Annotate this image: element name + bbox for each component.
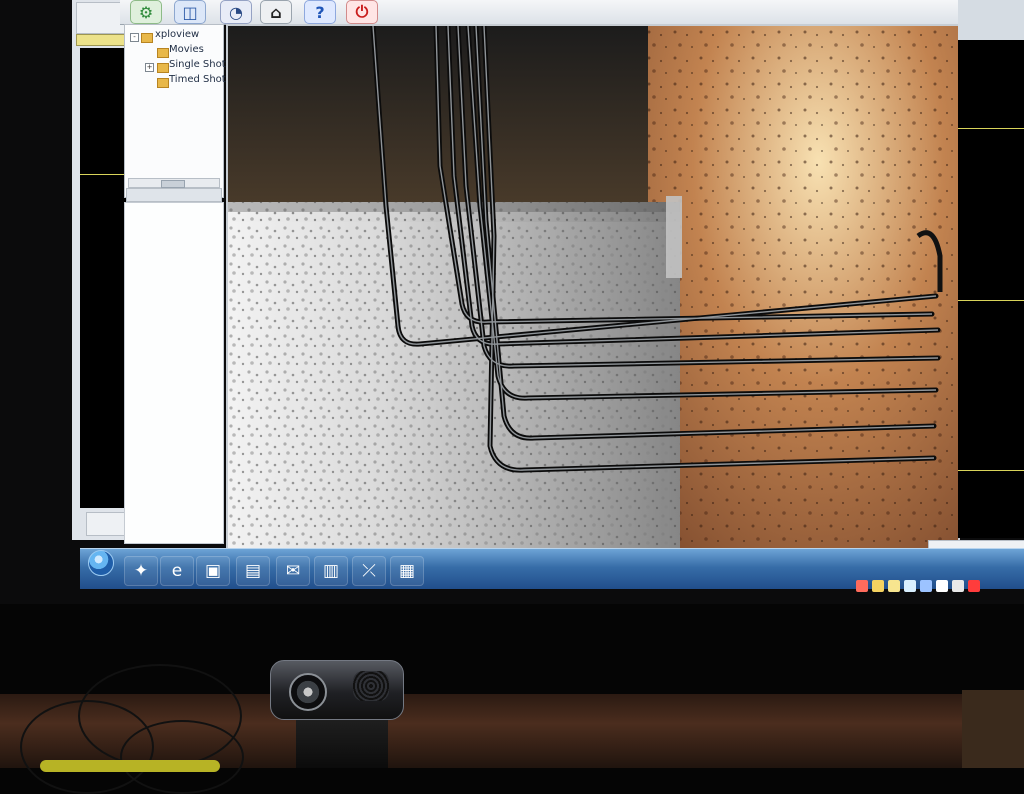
tree-collapse-icon[interactable]: - [130, 33, 139, 42]
tree-root-label[interactable]: xploview [155, 29, 199, 40]
tree-item-single-shot[interactable]: Single Shot [169, 59, 226, 70]
help-icon[interactable]: ? [304, 0, 336, 24]
tray-icon[interactable] [936, 580, 948, 592]
right-black-monitor-panel [958, 40, 1024, 538]
microscope-image [228, 26, 958, 570]
desk-edge [962, 690, 1024, 768]
webcam-speaker-grill [353, 671, 389, 701]
tree-expand-icon[interactable]: + [145, 63, 154, 72]
system-tray [856, 576, 1024, 596]
cable [120, 720, 244, 794]
tree-horizontal-scrollbar[interactable] [128, 178, 220, 188]
camera-icon[interactable]: ◫ [174, 0, 206, 24]
microscope-image-view[interactable] [226, 24, 960, 572]
webcam-lens-icon [289, 673, 327, 711]
folder-icon [141, 33, 153, 43]
tray-icon[interactable] [968, 580, 980, 592]
monitor-icon[interactable]: ▤ [236, 556, 270, 586]
start-icon[interactable] [88, 550, 114, 576]
tray-icon[interactable] [920, 580, 932, 592]
tray-icon[interactable] [872, 580, 884, 592]
folder-icon [157, 63, 169, 73]
yellow-wire [40, 760, 220, 772]
app-icon[interactable]: ✦ [124, 556, 158, 586]
tray-icon[interactable] [888, 580, 900, 592]
folder-icon [157, 78, 169, 88]
mail-icon[interactable]: ✉ [276, 556, 310, 586]
tree-item-movies[interactable]: Movies [169, 44, 204, 55]
browser-icon[interactable]: e [160, 556, 194, 586]
left-blank-panel [124, 202, 224, 544]
tool-icon[interactable]: ⤫ [352, 556, 386, 586]
left-yellow-guide-line [80, 174, 130, 175]
gear-icon[interactable]: ⚙ [130, 0, 162, 24]
printer-icon[interactable]: ⌂ [260, 0, 292, 24]
left-panel-status-strip [76, 34, 130, 46]
tray-icon[interactable] [856, 580, 868, 592]
media-icon[interactable]: ▦ [390, 556, 424, 586]
folder-icon [157, 48, 169, 58]
right-yellow-guide-line [958, 470, 1024, 471]
right-yellow-guide-line [958, 128, 1024, 129]
right-yellow-guide-line [958, 300, 1024, 301]
record-icon[interactable]: ◔ [220, 0, 252, 24]
tree-footer [126, 188, 222, 202]
main-toolbar: ⚙ ◫ ◔ ⌂ ? ⏻ [120, 0, 960, 25]
webcam-stand [296, 720, 388, 768]
tray-icon[interactable] [904, 580, 916, 592]
power-icon[interactable]: ⏻ [346, 0, 378, 24]
left-black-monitor-panel [80, 48, 130, 508]
folder-tree-panel: - xploview Movies + Single Shot Timed Sh… [124, 24, 226, 198]
webcam [270, 660, 404, 720]
tree-item-timed-shot[interactable]: Timed Shot [169, 74, 226, 85]
files-icon[interactable]: ▥ [314, 556, 348, 586]
tray-icon[interactable] [952, 580, 964, 592]
scrollbar-thumb[interactable] [161, 180, 185, 188]
folder-icon[interactable]: ▣ [196, 556, 230, 586]
